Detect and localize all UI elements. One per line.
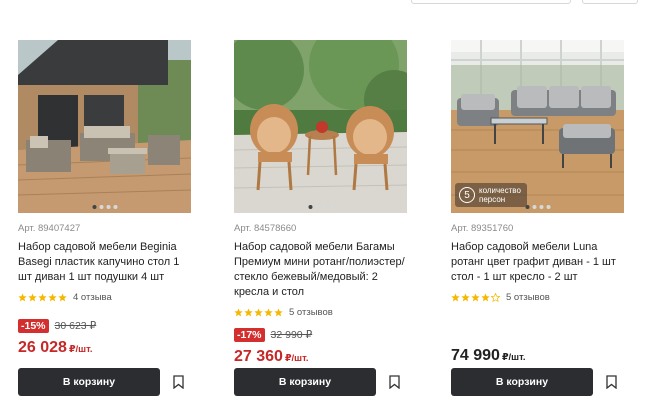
price-unit: ₽/шт. <box>68 344 93 355</box>
rating-stars <box>451 292 500 302</box>
article-number: Арт. 89351760 <box>451 223 514 234</box>
star-filled-icon <box>244 307 253 316</box>
cart-row: В корзину <box>451 368 624 396</box>
article-number: Арт. 84578660 <box>234 223 297 234</box>
view-toggle[interactable] <box>582 0 638 4</box>
old-price: 32 990 ₽ <box>270 329 313 341</box>
price-row: 26 028 ₽/шт. <box>18 339 191 357</box>
discount-badge: -15% <box>18 319 49 333</box>
reviews-link[interactable]: 5 отзывов <box>289 307 333 318</box>
star-filled-icon <box>481 292 490 301</box>
old-price-row: -17% 32 990 ₽ <box>234 328 407 342</box>
reviews-link[interactable]: 5 отзывов <box>506 292 550 303</box>
bookmark-icon[interactable] <box>604 374 618 390</box>
product-card: 5 количество персон Арт. 89351760 Набор … <box>451 40 624 410</box>
price-row: 74 990 ₽/шт. <box>451 347 624 365</box>
bookmark-icon[interactable] <box>387 374 401 390</box>
pagination-dot[interactable] <box>525 205 529 209</box>
add-to-cart-button[interactable]: В корзину <box>18 368 160 396</box>
star-filled-icon <box>48 292 57 301</box>
product-image[interactable] <box>18 40 191 213</box>
price-unit: ₽/шт. <box>501 352 526 363</box>
people-badge-label: количество персон <box>479 186 521 204</box>
pagination-dot[interactable] <box>92 205 96 209</box>
pagination-dot[interactable] <box>539 205 543 209</box>
sort-select[interactable] <box>411 0 571 4</box>
star-filled-icon <box>471 292 480 301</box>
cart-row: В корзину <box>234 368 407 396</box>
rating: 5 отзывов <box>451 291 624 303</box>
star-filled-icon <box>28 292 37 301</box>
old-price: 30 623 ₽ <box>54 320 97 332</box>
product-card: Арт. 84578660 Набор садовой мебели Багам… <box>234 40 407 410</box>
add-to-cart-button[interactable]: В корзину <box>451 368 593 396</box>
toolbar <box>0 0 656 8</box>
pagination-dot[interactable] <box>315 205 319 209</box>
pagination-dot[interactable] <box>532 205 536 209</box>
pagination-dot[interactable] <box>99 205 103 209</box>
garden-furniture-photo <box>18 40 191 213</box>
pagination-dot[interactable] <box>329 205 333 209</box>
cart-row: В корзину <box>18 368 191 396</box>
old-price-row: -15% 30 623 ₽ <box>18 319 191 333</box>
current-price: 26 028 <box>18 339 67 356</box>
pagination-dot[interactable] <box>113 205 117 209</box>
rating-stars <box>234 307 283 317</box>
pagination-dot[interactable] <box>106 205 110 209</box>
current-price: 27 360 <box>234 348 283 365</box>
bookmark-icon[interactable] <box>171 374 185 390</box>
product-image[interactable]: 5 количество персон <box>451 40 624 213</box>
image-pagination <box>92 205 117 209</box>
rating: 5 отзывов <box>234 306 407 318</box>
article-number: Арт. 89407427 <box>18 223 81 234</box>
add-to-cart-button[interactable]: В корзину <box>234 368 376 396</box>
people-capacity-badge: 5 количество персон <box>455 183 527 207</box>
star-filled-icon <box>461 292 470 301</box>
rattan-chairs-photo <box>234 40 407 213</box>
product-title[interactable]: Набор садовой мебели Luna ротанг цвет гр… <box>451 240 624 285</box>
product-card: Арт. 89407427 Набор садовой мебели Begin… <box>18 40 191 410</box>
pagination-dot[interactable] <box>322 205 326 209</box>
star-filled-icon <box>58 292 67 301</box>
pagination-dot[interactable] <box>308 205 312 209</box>
current-price: 74 990 <box>451 347 500 364</box>
star-filled-icon <box>38 292 47 301</box>
star-filled-icon <box>254 307 263 316</box>
product-image[interactable] <box>234 40 407 213</box>
price-row: 27 360 ₽/шт. <box>234 348 407 366</box>
image-pagination <box>525 205 550 209</box>
price-unit: ₽/шт. <box>284 353 309 364</box>
pagination-dot[interactable] <box>546 205 550 209</box>
discount-badge: -17% <box>234 328 265 342</box>
people-count-icon: 5 <box>459 187 475 203</box>
star-filled-icon <box>234 307 243 316</box>
star-empty-icon <box>491 292 500 302</box>
reviews-link[interactable]: 4 отзыва <box>73 292 112 303</box>
product-title[interactable]: Набор садовой мебели Багамы Премиум мини… <box>234 240 407 300</box>
rating: 4 отзыва <box>18 291 191 303</box>
star-filled-icon <box>451 292 460 301</box>
image-pagination <box>308 205 333 209</box>
star-filled-icon <box>264 307 273 316</box>
star-filled-icon <box>274 307 283 316</box>
product-title[interactable]: Набор садовой мебели Beginia Basegi плас… <box>18 240 191 285</box>
star-filled-icon <box>18 292 27 301</box>
rating-stars <box>18 292 67 302</box>
